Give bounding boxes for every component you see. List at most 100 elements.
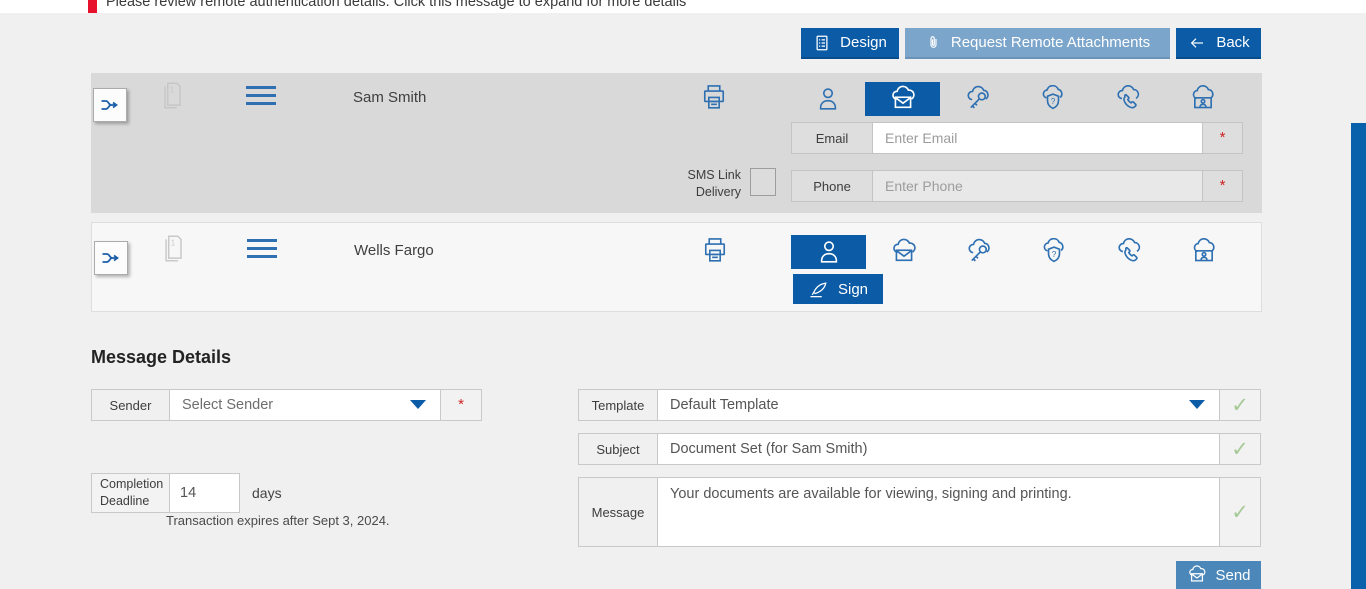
cloud-envelope-icon [1189,565,1206,582]
svg-text:?: ? [1051,250,1056,259]
svg-text:1: 1 [171,238,176,247]
cloud-phone-icon [1116,85,1139,109]
cloud-key-icon [966,85,989,109]
subject-field [658,433,1220,465]
id-verification-option-tile[interactable] [1165,82,1240,116]
caret-down-icon [1189,400,1205,410]
sender-dropdown-value: Select Sender [182,397,274,413]
phone-auth-option-tile[interactable] [1091,235,1166,269]
template-label: Template [578,389,658,421]
paperclip-icon [925,33,942,52]
phone-required-cell: * [1203,170,1243,202]
days-label: days [252,485,282,501]
alert-accent-bar [88,0,97,13]
phone-field-label: Phone [791,170,873,202]
valid-checkmark: ✓ [1231,500,1249,524]
message-textarea[interactable]: Your documents are available for viewing… [658,477,1220,547]
back-button-label: Back [1216,34,1250,51]
message-valid-cell: ✓ [1220,477,1261,547]
scrollbar-thumb[interactable] [1351,123,1366,589]
alert-message: Please review remote authentication deta… [106,0,687,10]
sign-button[interactable]: Sign [793,274,883,304]
subject-label: Subject [578,433,658,465]
phone-field-row: Phone * [791,170,1243,202]
subject-input[interactable] [658,441,1219,457]
request-remote-attachments-button[interactable]: Request Remote Attachments [905,28,1170,59]
password-auth-option-tile[interactable] [940,82,1015,116]
password-auth-option-tile[interactable] [941,235,1016,269]
template-dropdown-value: Default Template [670,397,779,413]
subject-valid-cell: ✓ [1220,433,1261,465]
cloud-id-card-icon [1193,238,1215,262]
cloud-shield-question-icon: ? [1042,85,1063,110]
merge-arrow-icon [101,100,118,110]
cloud-phone-icon [1117,238,1140,262]
template-valid-cell: ✓ [1220,389,1261,421]
completion-deadline-cell [170,473,240,513]
question-auth-option-tile[interactable]: ? [1015,82,1090,116]
cloud-key-icon [967,238,990,262]
email-field-label: Email [791,122,873,154]
id-verification-option-tile[interactable] [1166,235,1241,269]
back-button[interactable]: Back [1176,28,1261,59]
recipient-row-wells-fargo: 1 Wells Fargo ? Sign [91,222,1262,312]
merge-order-button[interactable] [94,241,128,275]
expiry-note: Transaction expires after Sept 3, 2024. [166,513,390,528]
document-stack-icon: 1 [159,80,185,112]
sms-link-delivery-label: SMS Link Delivery [687,168,742,199]
completion-deadline-input[interactable] [170,485,239,501]
design-button-label: Design [840,34,887,51]
cloud-envelope-icon [892,238,916,262]
phone-auth-option-tile[interactable] [1090,82,1165,116]
subject-row: Subject ✓ [578,433,1261,465]
completion-deadline-row: Completion Deadline days [91,473,282,513]
delivery-auth-options: ? [791,235,1241,269]
svg-text:1: 1 [170,85,175,94]
recipient-row-sam-smith: 1 Sam Smith ? Email Enter Email * SMS Li… [91,73,1262,213]
valid-checkmark: ✓ [1231,393,1249,417]
person-icon [820,241,837,263]
cloud-shield-question-icon: ? [1043,238,1064,263]
phone-input[interactable] [873,170,1203,202]
question-auth-option-tile[interactable]: ? [1016,235,1091,269]
sms-link-delivery-checkbox[interactable] [750,168,776,196]
arrow-left-icon [1187,35,1207,51]
email-input[interactable] [873,122,1203,154]
template-dropdown[interactable]: Default Template [658,389,1220,421]
email-field-row: Email * [791,122,1243,154]
message-row: Message Your documents are available for… [578,477,1261,547]
merge-order-button[interactable] [93,88,127,122]
recipient-name: Sam Smith [353,89,427,106]
sender-required-cell: * [441,389,482,421]
cloud-id-card-icon [1192,85,1214,109]
drag-handle-icon[interactable] [247,239,277,258]
merge-arrow-icon [102,253,119,263]
email-delivery-option-tile[interactable] [865,82,940,116]
drag-handle-icon[interactable] [246,86,276,105]
sender-row: Sender Select Sender * [91,389,482,421]
sign-button-label: Sign [837,280,869,298]
printer-icon[interactable] [700,83,728,113]
design-button[interactable]: Design [801,28,899,59]
remote-auth-alert[interactable]: Please review remote authentication deta… [0,0,1366,13]
in-person-option-tile[interactable] [791,235,866,269]
quill-icon [810,282,827,298]
request-remote-attachments-label: Request Remote Attachments [950,34,1151,51]
svg-text:?: ? [1050,97,1055,106]
document-stack-icon: 1 [160,233,186,265]
sender-label: Sender [91,389,170,421]
in-person-option-tile[interactable] [790,82,865,116]
template-row: Template Default Template ✓ [578,389,1261,421]
send-button-label: Send [1215,566,1251,584]
recipient-name: Wells Fargo [354,242,434,259]
message-details-heading: Message Details [91,347,232,367]
document-list-icon [813,34,831,52]
send-button[interactable]: Send [1176,561,1261,589]
completion-deadline-label: Completion Deadline [91,473,170,513]
printer-icon[interactable] [701,236,729,266]
sender-dropdown[interactable]: Select Sender [170,389,441,421]
person-icon [819,88,836,110]
delivery-auth-options: ? [790,82,1240,116]
caret-down-icon [410,400,426,410]
email-delivery-option-tile[interactable] [866,235,941,269]
